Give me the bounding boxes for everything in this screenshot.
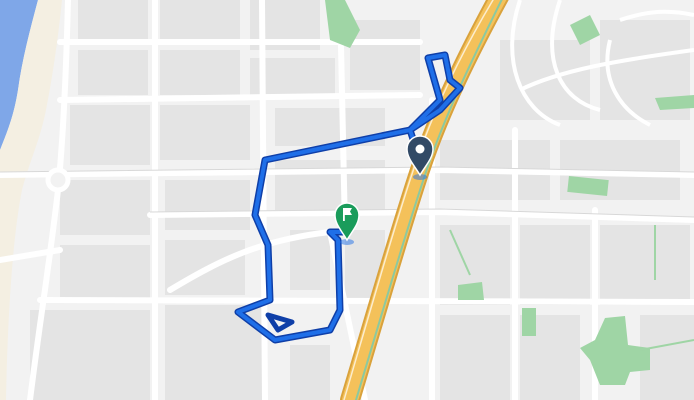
- map-canvas[interactable]: [0, 0, 694, 400]
- map-view[interactable]: [0, 0, 694, 400]
- map-pin-icon: [415, 144, 425, 154]
- roundabout: [45, 167, 71, 193]
